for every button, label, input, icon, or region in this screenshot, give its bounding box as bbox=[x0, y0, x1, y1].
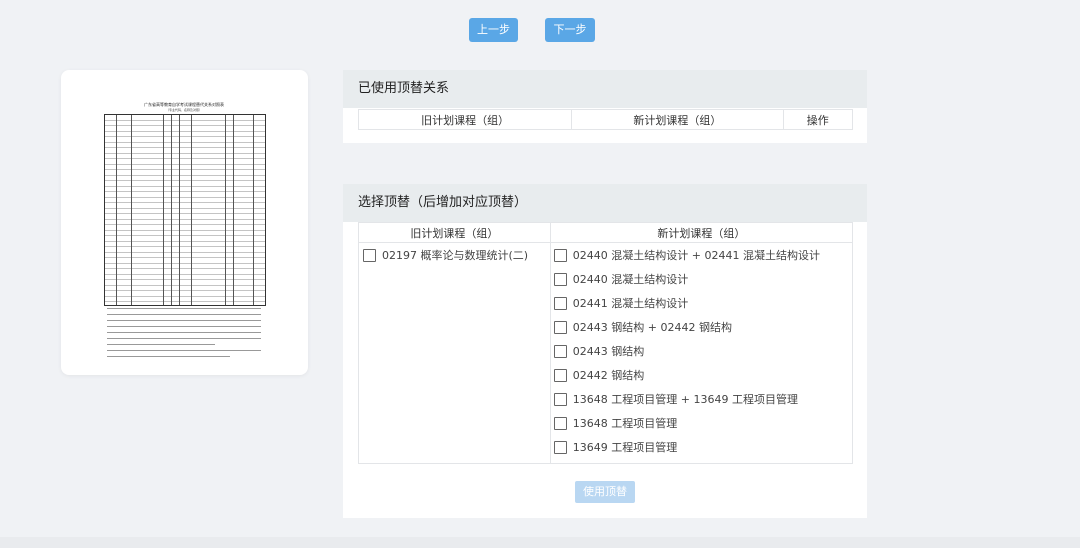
new-course-item[interactable]: 02441 混凝土结构设计 bbox=[553, 291, 852, 315]
checkbox[interactable] bbox=[553, 392, 567, 406]
course-label: 02440 混凝土结构设计 bbox=[572, 273, 689, 286]
column-header-old: 旧计划课程（组） bbox=[357, 109, 573, 130]
new-course-cell: 02440 混凝土结构设计 + 02441 混凝土结构设计 02440 混凝土结… bbox=[549, 242, 854, 464]
course-label: 02197 概率论与数理统计(二) bbox=[382, 249, 529, 262]
column-header-old: 旧计划课程（组） bbox=[358, 222, 551, 243]
checkbox[interactable] bbox=[553, 272, 567, 286]
course-label: 02440 混凝土结构设计 + 02441 混凝土结构设计 bbox=[572, 249, 820, 262]
course-label: 02441 混凝土结构设计 bbox=[572, 297, 689, 310]
old-course-item[interactable]: 02197 概率论与数理统计(二) bbox=[363, 243, 550, 267]
select-relations-panel: 选择顶替（后增加对应顶替） 旧计划课程（组） 新计划课程（组） 02197 概率… bbox=[343, 184, 867, 518]
new-course-item[interactable]: 13648 工程项目管理 + 13649 工程项目管理 bbox=[553, 387, 852, 411]
checkbox[interactable] bbox=[553, 296, 567, 310]
document-thumbnail: 广东省高等教育自学考试课程替代关系对照表 （专业代码、名称及对照） bbox=[103, 100, 266, 370]
document-table bbox=[104, 114, 266, 306]
checkbox[interactable] bbox=[553, 416, 567, 430]
checkbox[interactable] bbox=[363, 248, 376, 262]
new-course-item[interactable]: 02440 混凝土结构设计 bbox=[553, 267, 852, 291]
used-relations-table: 旧计划课程（组） 新计划课程（组） 操作 bbox=[357, 109, 854, 130]
checkbox[interactable] bbox=[553, 344, 567, 358]
column-header-new: 新计划课程（组） bbox=[571, 109, 784, 130]
used-relations-panel: 已使用顶替关系 旧计划课程（组） 新计划课程（组） 操作 bbox=[343, 70, 867, 143]
new-course-item[interactable]: 13649 工程项目管理 bbox=[553, 435, 852, 459]
checkbox[interactable] bbox=[553, 320, 567, 334]
select-relations-title: 选择顶替（后增加对应顶替） bbox=[343, 184, 867, 222]
document-notes bbox=[107, 308, 261, 362]
course-label: 02442 钢结构 bbox=[572, 369, 645, 382]
footer-band bbox=[0, 537, 1080, 548]
course-label: 13649 工程项目管理 bbox=[572, 441, 678, 454]
checkbox[interactable] bbox=[553, 248, 567, 262]
next-step-button[interactable]: 下一步 bbox=[545, 18, 595, 42]
column-header-action: 操作 bbox=[782, 109, 854, 130]
new-course-item[interactable]: 13648 工程项目管理 bbox=[553, 411, 852, 435]
document-preview-card[interactable]: 广东省高等教育自学考试课程替代关系对照表 （专业代码、名称及对照） bbox=[61, 70, 308, 375]
new-course-item[interactable]: 02442 钢结构 bbox=[553, 363, 852, 387]
document-subtitle: （专业代码、名称及对照） bbox=[165, 108, 202, 112]
course-label: 02443 钢结构 + 02442 钢结构 bbox=[572, 321, 732, 334]
new-course-item[interactable]: 02443 钢结构 bbox=[553, 339, 852, 363]
checkbox[interactable] bbox=[553, 440, 567, 454]
new-course-item[interactable]: 02443 钢结构 + 02442 钢结构 bbox=[553, 315, 852, 339]
select-relations-table: 旧计划课程（组） 新计划课程（组） 02197 概率论与数理统计(二) 0244… bbox=[358, 222, 854, 464]
checkbox[interactable] bbox=[553, 368, 567, 382]
used-relations-title: 已使用顶替关系 bbox=[343, 70, 867, 108]
course-label: 13648 工程项目管理 + 13649 工程项目管理 bbox=[572, 393, 798, 406]
apply-replacement-button[interactable]: 使用顶替 bbox=[575, 481, 635, 503]
old-course-cell: 02197 概率论与数理统计(二) bbox=[358, 242, 551, 464]
top-toolbar: 上一步 下一步 bbox=[0, 0, 1080, 60]
prev-step-button[interactable]: 上一步 bbox=[469, 18, 518, 42]
new-course-item[interactable]: 02440 混凝土结构设计 + 02441 混凝土结构设计 bbox=[553, 243, 852, 267]
course-label: 13648 工程项目管理 bbox=[572, 417, 678, 430]
course-label: 02443 钢结构 bbox=[572, 345, 645, 358]
column-header-new: 新计划课程（组） bbox=[549, 222, 854, 243]
